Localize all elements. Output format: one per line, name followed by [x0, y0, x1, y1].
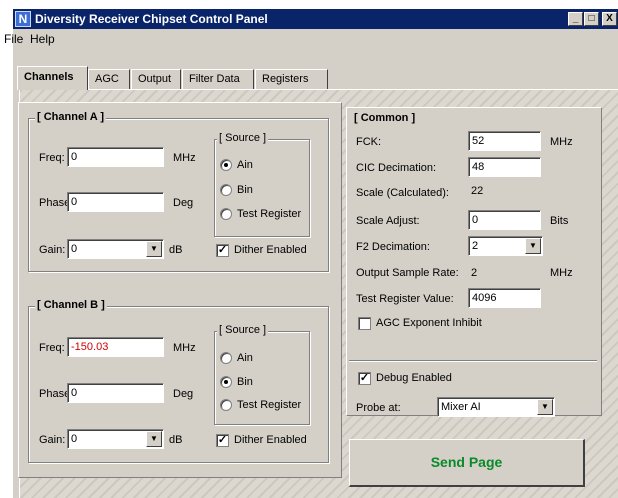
- channel-b-source-title: [ Source ]: [217, 324, 269, 336]
- tab-filter-data[interactable]: Filter Data: [182, 69, 254, 89]
- test-register-label: Test Register Value:: [356, 293, 454, 305]
- channel-a-source-bin-label[interactable]: Bin: [237, 183, 253, 197]
- cic-decimation-label: CIC Decimation:: [356, 162, 437, 174]
- minimize-button[interactable]: _: [568, 12, 583, 26]
- channel-b-phase-input[interactable]: 0: [67, 383, 164, 403]
- channel-a-title: [ Channel A ]: [35, 111, 107, 123]
- window-title: Diversity Receiver Chipset Control Panel: [35, 12, 268, 26]
- tab-registers[interactable]: Registers: [255, 69, 328, 89]
- channel-b-source-bin-label[interactable]: Bin: [237, 375, 253, 389]
- scale-calculated-value: 22: [468, 182, 541, 202]
- panel-divider: [349, 360, 597, 362]
- channel-a-source-test-radio[interactable]: [220, 208, 232, 220]
- radio-selected-dot-icon: [224, 380, 228, 384]
- channel-a-source-test-label[interactable]: Test Register: [237, 207, 301, 221]
- menu-help[interactable]: Help: [30, 32, 55, 46]
- channel-a-freq-label: Freq:: [39, 152, 65, 164]
- channel-b-freq-unit: MHz: [173, 342, 196, 354]
- channel-a-source-ain-label[interactable]: Ain: [237, 158, 253, 172]
- channel-b-source-ain-radio[interactable]: [220, 352, 232, 364]
- f2-decimation-select[interactable]: 2 ▼: [468, 236, 543, 256]
- chevron-down-icon[interactable]: ▼: [525, 238, 541, 254]
- test-register-input[interactable]: 4096: [468, 288, 541, 308]
- channel-a-phase-unit: Deg: [173, 197, 194, 209]
- channel-a-dither-label[interactable]: Dither Enabled: [234, 243, 307, 257]
- common-group: [ Common ] FCK: 52 MHz CIC Decimation: 4…: [350, 112, 599, 349]
- channel-a-source-title: [ Source ]: [217, 132, 269, 144]
- menu-bar: File Help: [4, 30, 618, 48]
- tab-agc[interactable]: AGC: [88, 69, 130, 89]
- channel-b-freq-label: Freq:: [39, 342, 65, 354]
- title-bar[interactable]: N Diversity Receiver Chipset Control Pan…: [13, 9, 618, 29]
- channel-b-source-ain-label[interactable]: Ain: [237, 351, 253, 365]
- main-window: N Diversity Receiver Chipset Control Pan…: [4, 9, 618, 498]
- channel-a-freq-unit: MHz: [173, 152, 196, 164]
- close-button[interactable]: X: [602, 12, 617, 26]
- channel-a-source-bin-radio[interactable]: [220, 184, 232, 196]
- cic-decimation-input[interactable]: 48: [468, 157, 541, 177]
- channel-a-group: [ Channel A ] Freq: 0 MHz Phase: 0 Deg G…: [28, 111, 329, 272]
- channel-b-source-test-label[interactable]: Test Register: [237, 398, 301, 412]
- channel-a-gain-unit: dB: [169, 244, 183, 256]
- scale-calculated-label: Scale (Calculated):: [356, 187, 449, 199]
- channel-a-source-group: [ Source ] Ain Bin Test Register: [214, 132, 310, 237]
- tab-output[interactable]: Output: [131, 69, 181, 89]
- probe-at-value: Mixer AI: [441, 401, 481, 413]
- channel-b-phase-unit: Deg: [173, 388, 194, 400]
- f2-decimation-label: F2 Decimation:: [356, 241, 430, 253]
- channel-b-dither-label[interactable]: Dither Enabled: [234, 433, 307, 447]
- channel-b-freq-input[interactable]: -150.03: [67, 337, 164, 357]
- channel-b-group: [ Channel B ] Freq: -150.03 MHz Phase: 0…: [28, 299, 329, 463]
- fck-unit: MHz: [550, 136, 573, 148]
- channel-a-gain-select[interactable]: 0 ▼: [67, 239, 164, 259]
- channel-a-source-ain-radio[interactable]: [220, 159, 232, 171]
- probe-at-label: Probe at:: [356, 402, 401, 414]
- channel-b-gain-value: 0: [71, 433, 78, 445]
- channel-b-source-group: [ Source ] Ain Bin Test Register: [214, 324, 310, 425]
- chevron-down-icon[interactable]: ▼: [146, 431, 162, 447]
- maximize-button[interactable]: □: [584, 12, 599, 26]
- channel-a-gain-label: Gain:: [39, 244, 66, 256]
- output-sample-rate-value: 2: [471, 267, 478, 279]
- debug-enabled-checkbox[interactable]: ✓: [358, 372, 371, 385]
- chevron-down-icon[interactable]: ▼: [537, 399, 553, 415]
- common-title: [ Common ]: [352, 112, 418, 124]
- channel-b-source-test-radio[interactable]: [220, 399, 232, 411]
- channel-b-source-bin-radio[interactable]: [220, 376, 232, 388]
- channel-b-gain-unit: dB: [169, 434, 183, 446]
- radio-selected-dot-icon: [224, 163, 228, 167]
- channel-b-gain-label: Gain:: [39, 434, 66, 446]
- menu-file[interactable]: File: [4, 32, 23, 46]
- probe-at-select[interactable]: Mixer AI ▼: [437, 397, 555, 417]
- send-page-button[interactable]: Send Page: [349, 439, 585, 487]
- channel-b-dither-checkbox[interactable]: ✓: [216, 434, 229, 447]
- channels-panel: [ Channel A ] Freq: 0 MHz Phase: 0 Deg G…: [18, 102, 342, 478]
- channel-a-gain-value: 0: [71, 243, 78, 255]
- channel-a-freq-input[interactable]: 0: [67, 147, 164, 167]
- app-logo-icon: N: [15, 11, 31, 27]
- channel-b-title: [ Channel B ]: [35, 299, 107, 311]
- tab-channels[interactable]: Channels: [17, 66, 88, 90]
- scale-adjust-label: Scale Adjust:: [356, 215, 420, 227]
- output-sample-rate-label: Output Sample Rate:: [356, 267, 459, 279]
- agc-exponent-inhibit-label[interactable]: AGC Exponent Inhibit: [376, 316, 482, 330]
- fck-label: FCK:: [356, 136, 382, 148]
- scale-adjust-unit: Bits: [550, 215, 569, 227]
- scale-adjust-input[interactable]: 0: [468, 210, 541, 230]
- debug-enabled-label[interactable]: Debug Enabled: [376, 371, 452, 385]
- common-panel: [ Common ] FCK: 52 MHz CIC Decimation: 4…: [346, 107, 602, 417]
- channel-a-phase-input[interactable]: 0: [67, 192, 164, 212]
- output-sample-rate-unit: MHz: [550, 267, 573, 279]
- agc-exponent-inhibit-checkbox[interactable]: [358, 317, 371, 330]
- channel-a-dither-checkbox[interactable]: ✓: [216, 244, 229, 257]
- channel-b-gain-select[interactable]: 0 ▼: [67, 429, 164, 449]
- chevron-down-icon[interactable]: ▼: [146, 241, 162, 257]
- f2-decimation-value: 2: [472, 240, 479, 252]
- fck-input[interactable]: 52: [468, 131, 541, 151]
